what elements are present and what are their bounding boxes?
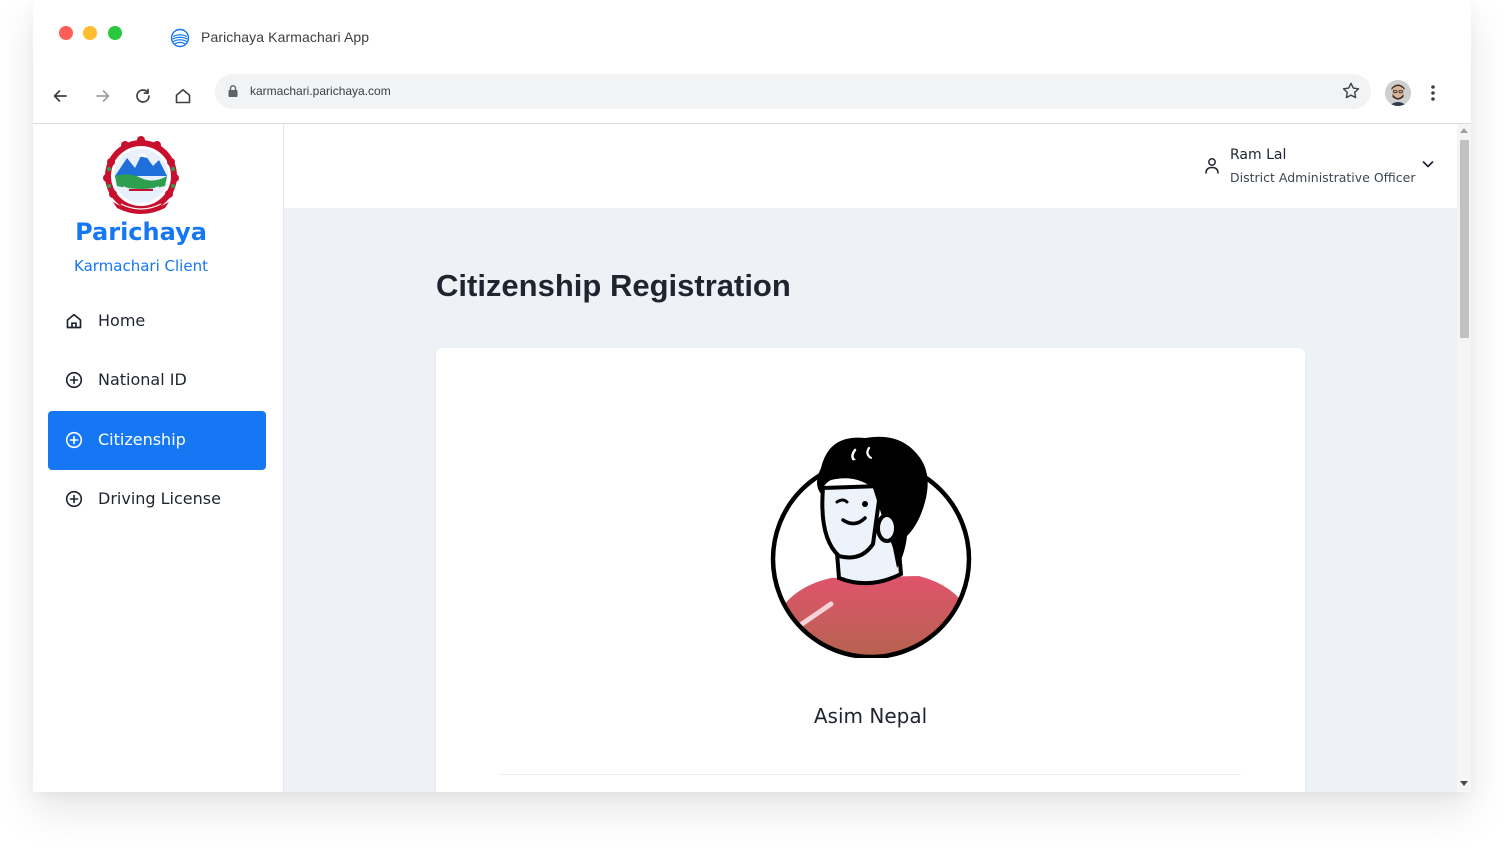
home-icon <box>66 313 82 329</box>
divider <box>499 774 1241 775</box>
title-bar: Parichaya Karmachari App <box>33 0 1471 68</box>
vertical-scrollbar[interactable] <box>1457 124 1471 792</box>
chevron-down-icon[interactable] <box>1421 157 1435 171</box>
citizen-name: Asim Nepal <box>813 704 928 728</box>
url-text[interactable]: karmachari.parichaya.com <box>250 84 391 98</box>
brand-subtitle: Karmachari Client <box>74 257 208 275</box>
tab-title[interactable]: Parichaya Karmachari App <box>201 29 369 45</box>
maximize-window-button[interactable] <box>108 26 122 40</box>
sidebar-item-label: Citizenship <box>98 430 186 449</box>
plus-circle-icon <box>65 431 83 449</box>
avatar[interactable] <box>1385 80 1411 106</box>
reload-icon <box>136 88 150 103</box>
citizen-avatar-illustration <box>770 436 972 658</box>
browser-window: Parichaya Karmachari App karmachari.pari… <box>33 0 1471 792</box>
globe-waves-icon <box>170 28 190 48</box>
sidebar-item-national-id[interactable]: National ID <box>48 351 266 410</box>
plus-circle-icon <box>65 371 83 389</box>
forward-button[interactable] <box>85 78 121 114</box>
sidebar-item-driving-license[interactable]: Driving License <box>48 470 266 529</box>
nepal-emblem-logo <box>103 136 179 214</box>
kebab-menu-icon[interactable] <box>1423 80 1443 106</box>
main-content: Ram Lal District Administrative Officer … <box>284 124 1457 792</box>
page-title: Citizenship Registration <box>436 268 791 303</box>
back-button[interactable] <box>42 78 78 114</box>
minimize-window-button[interactable] <box>83 26 97 40</box>
top-header: Ram Lal District Administrative Officer <box>284 124 1457 208</box>
user-role: District Administrative Officer <box>1230 170 1416 185</box>
user-name[interactable]: Ram Lal <box>1230 147 1286 163</box>
browser-toolbar: karmachari.parichaya.com <box>33 68 1471 124</box>
home-button[interactable] <box>165 78 201 114</box>
sidebar-item-label: Driving License <box>98 489 221 508</box>
scroll-down-arrow-icon[interactable] <box>1460 781 1468 787</box>
user-icon <box>1205 158 1219 174</box>
sidebar-item-home[interactable]: Home <box>48 292 266 351</box>
scrollbar-thumb[interactable] <box>1460 140 1469 338</box>
reload-button[interactable] <box>125 78 161 114</box>
profile-avatar-icon <box>1385 80 1411 106</box>
citizen-profile-card: Asim Nepal <box>436 348 1305 792</box>
sidebar-item-label: National ID <box>98 370 187 389</box>
lock-icon <box>228 85 238 97</box>
scroll-up-arrow-icon[interactable] <box>1460 127 1468 133</box>
sidebar: Parichaya Karmachari Client Home Nationa… <box>33 124 284 792</box>
close-window-button[interactable] <box>59 26 73 40</box>
sidebar-item-citizenship[interactable]: Citizenship <box>48 411 266 470</box>
star-icon[interactable] <box>1341 81 1361 101</box>
home-icon <box>175 89 191 104</box>
address-bar[interactable]: karmachari.parichaya.com <box>215 74 1371 109</box>
arrow-right-icon <box>96 90 110 102</box>
brand-title: Parichaya <box>75 218 207 246</box>
plus-circle-icon <box>65 490 83 508</box>
sidebar-item-label: Home <box>98 311 146 330</box>
arrow-left-icon <box>53 90 67 102</box>
